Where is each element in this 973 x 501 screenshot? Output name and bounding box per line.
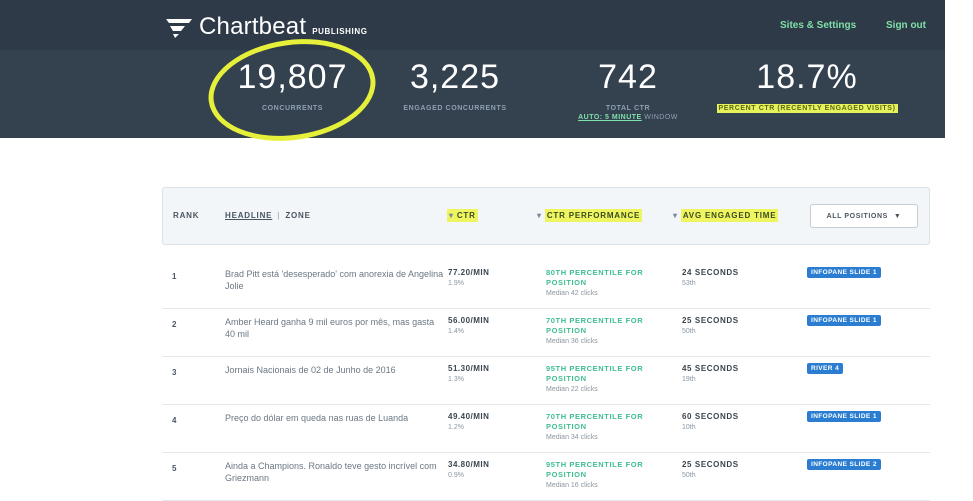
window-link[interactable]: AUTO: 5 MINUTE [578, 114, 642, 121]
zone-badge[interactable]: INFOPANE SLIDE 1 [807, 411, 881, 422]
col-avg-engaged-time[interactable]: ▾ AVG ENGAGED TIME [673, 209, 779, 222]
row-median-clicks: Median 34 clicks [546, 434, 598, 441]
engaged-label: ENGAGED CONCURRENTS [403, 105, 507, 112]
row-median-clicks: Median 42 clicks [546, 290, 598, 297]
row-ctr: 49.40/MIN [448, 412, 490, 421]
zone-badge[interactable]: INFOPANE SLIDE 1 [807, 267, 881, 278]
row-engaged-percentile: 19th [682, 376, 696, 383]
total-ctr-value: 742 [598, 58, 658, 96]
row-ctr-performance: 80TH PERCENTILE FOR POSITION [546, 268, 644, 287]
zone-badge[interactable]: RIVER 4 [807, 363, 844, 374]
row-median-clicks: Median 36 clicks [546, 338, 598, 345]
percent-ctr-label-text: PERCENT CTR (RECENTLY ENGAGED VISITS) [716, 104, 898, 113]
row-engaged-time: 24 SECONDS [682, 268, 739, 277]
col-headline-zone: HEADLINE | ZONE [225, 211, 311, 220]
window-suffix: WINDOW [644, 114, 678, 121]
row-median-clicks: Median 16 clicks [546, 482, 598, 489]
percent-ctr-value: 18.7% [756, 58, 858, 96]
col-ctr-performance[interactable]: ▾ CTR PERFORMANCE [537, 209, 643, 222]
row-rank: 5 [172, 464, 177, 473]
col-rank: RANK [173, 211, 200, 220]
row-ctr-performance: 70TH PERCENTILE FOR POSITION [546, 412, 644, 431]
ctr-window: AUTO: 5 MINUTE WINDOW [548, 114, 708, 121]
sort-caret-icon: ▾ [449, 211, 454, 220]
positions-dropdown[interactable]: ALL POSITIONS ▼ [810, 204, 918, 228]
row-rank: 3 [172, 368, 177, 377]
row-rank: 4 [172, 416, 177, 425]
sort-caret-icon: ▾ [537, 211, 542, 220]
logo[interactable]: Chartbeat PUBLISHING [165, 10, 368, 44]
stat-total-ctr: 742 TOTAL CTR AUTO: 5 MINUTE WINDOW [548, 58, 708, 121]
row-ctr-percent: 1.9% [448, 280, 464, 287]
col-ctr[interactable]: ▾ CTR [447, 209, 478, 222]
row-headline[interactable]: Brad Pitt está 'desesperado' com anorexi… [225, 268, 445, 292]
chartbeat-logo-icon [166, 19, 192, 38]
percent-ctr-label: PERCENT CTR (RECENTLY ENGAGED VISITS) [712, 104, 902, 113]
sort-caret-icon: ▾ [673, 211, 678, 220]
top-bar: Chartbeat PUBLISHING Sites & Settings Si… [0, 0, 945, 50]
row-ctr-percent: 1.2% [448, 424, 464, 431]
row-engaged-time: 45 SECONDS [682, 364, 739, 373]
row-engaged-percentile: 53th [682, 280, 696, 287]
row-engaged-time: 25 SECONDS [682, 460, 739, 469]
row-engaged-percentile: 10th [682, 424, 696, 431]
row-ctr-percent: 0.9% [448, 472, 464, 479]
row-ctr: 34.80/MIN [448, 460, 490, 469]
zone-badge[interactable]: INFOPANE SLIDE 2 [807, 459, 881, 470]
row-engaged-percentile: 50th [682, 328, 696, 335]
row-ctr-percent: 1.4% [448, 328, 464, 335]
tab-headline[interactable]: HEADLINE [225, 211, 272, 220]
table-row[interactable]: 5 Ainda a Champions. Ronaldo teve gesto i… [162, 454, 930, 501]
engaged-value: 3,225 [409, 58, 501, 96]
chevron-down-icon: ▼ [893, 212, 902, 220]
row-ctr-performance: 95TH PERCENTILE FOR POSITION [546, 460, 644, 479]
table-row[interactable]: 2 Amber Heard ganha 9 mil euros por mês, … [162, 310, 930, 357]
row-engaged-time: 60 SECONDS [682, 412, 739, 421]
positions-dropdown-label: ALL POSITIONS [826, 212, 888, 220]
row-ctr-percent: 1.3% [448, 376, 464, 383]
brand-name: Chartbeat [199, 13, 307, 40]
stat-percent-ctr: 18.7% PERCENT CTR (RECENTLY ENGAGED VISI… [712, 58, 902, 113]
row-median-clicks: Median 22 clicks [546, 386, 598, 393]
row-ctr: 77.20/MIN [448, 268, 490, 277]
row-ctr: 51.30/MIN [448, 364, 490, 373]
row-ctr: 56.00/MIN [448, 316, 490, 325]
row-rank: 1 [172, 272, 177, 281]
table-row[interactable]: 3 Jornais Nacionais de 02 de Junho de 201… [162, 358, 930, 405]
tab-separator: | [277, 211, 281, 220]
row-ctr-performance: 70TH PERCENTILE FOR POSITION [546, 316, 644, 335]
sites-settings-link[interactable]: Sites & Settings [780, 20, 856, 31]
zone-badge[interactable]: INFOPANE SLIDE 1 [807, 315, 881, 326]
stat-engaged: 3,225 ENGAGED CONCURRENTS [385, 58, 525, 112]
product-name: PUBLISHING [312, 26, 368, 36]
total-ctr-label: TOTAL CTR [605, 105, 651, 112]
row-ctr-performance: 95TH PERCENTILE FOR POSITION [546, 364, 644, 383]
row-engaged-time: 25 SECONDS [682, 316, 739, 325]
tab-zone[interactable]: ZONE [285, 211, 310, 220]
row-headline[interactable]: Jornais Nacionais de 02 de Junho de 2016 [225, 364, 445, 376]
header: Chartbeat PUBLISHING Sites & Settings Si… [0, 0, 945, 138]
sign-out-link[interactable]: Sign out [886, 20, 926, 31]
table-row[interactable]: 4 Preço do dólar em queda nas ruas de Lua… [162, 406, 930, 453]
row-rank: 2 [172, 320, 177, 329]
row-headline[interactable]: Ainda a Champions. Ronaldo teve gesto in… [225, 460, 445, 484]
row-headline[interactable]: Amber Heard ganha 9 mil euros por mês, m… [225, 316, 445, 340]
row-engaged-percentile: 50th [682, 472, 696, 479]
table-row[interactable]: 1 Brad Pitt está 'desesperado' com anorex… [162, 262, 930, 309]
row-headline[interactable]: Preço do dólar em queda nas ruas de Luan… [225, 412, 445, 424]
